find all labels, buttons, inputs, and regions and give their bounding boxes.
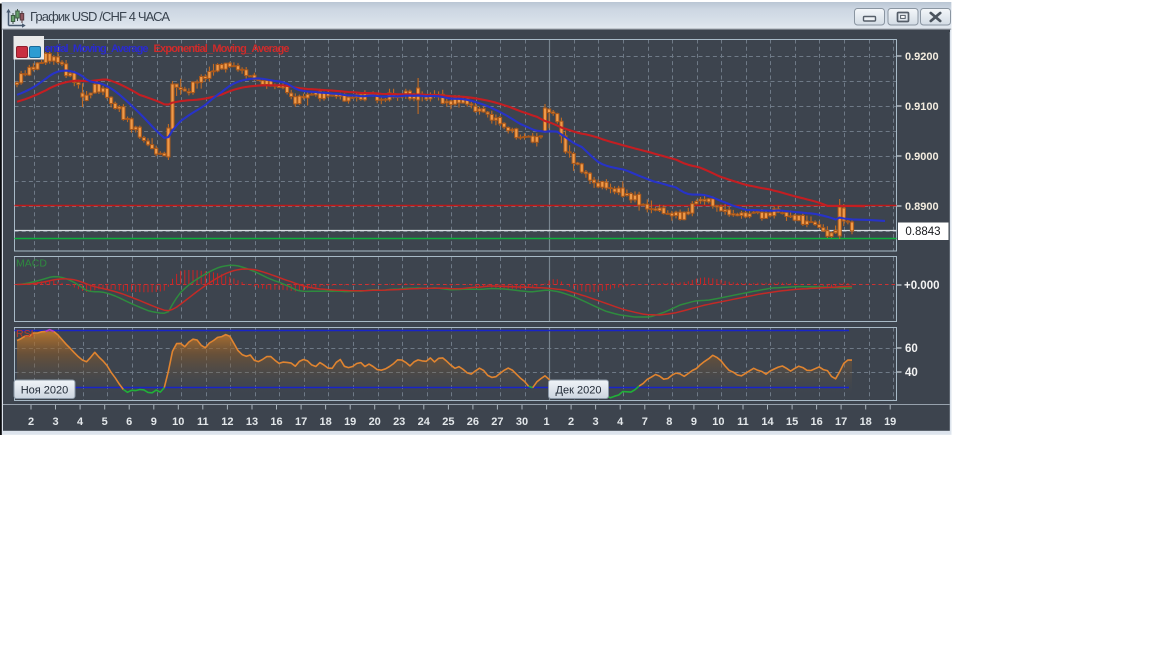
svg-text:11: 11 <box>737 416 749 428</box>
svg-text:7: 7 <box>642 416 648 428</box>
svg-text:13: 13 <box>246 416 258 428</box>
svg-text:14: 14 <box>761 416 774 428</box>
svg-text:2: 2 <box>28 416 34 428</box>
svg-text:Дек 2020: Дек 2020 <box>556 385 602 397</box>
svg-text:Exponential_Moving_Average: Exponential_Moving_Average <box>154 43 290 55</box>
svg-text:Ноя 2020: Ноя 2020 <box>21 385 69 397</box>
svg-text:9: 9 <box>151 416 157 428</box>
svg-text:16: 16 <box>810 416 822 428</box>
svg-text:18: 18 <box>860 416 872 428</box>
svg-text:15: 15 <box>786 416 798 428</box>
svg-text:12: 12 <box>221 416 233 428</box>
svg-text:11: 11 <box>197 416 209 428</box>
svg-text:0.9200: 0.9200 <box>905 51 939 63</box>
svg-text:1: 1 <box>544 416 550 428</box>
svg-text:19: 19 <box>884 416 896 428</box>
svg-text:10: 10 <box>172 416 184 428</box>
svg-text:25: 25 <box>442 416 454 428</box>
svg-text:0.9100: 0.9100 <box>905 101 939 113</box>
svg-text:5: 5 <box>102 416 108 428</box>
svg-text:0.8900: 0.8900 <box>905 201 939 213</box>
svg-text:MACD: MACD <box>16 258 47 270</box>
svg-text:График USD /CHF 4 ЧАСА: График USD /CHF 4 ЧАСА <box>30 9 170 24</box>
svg-text:9: 9 <box>691 416 697 428</box>
svg-text:RSI: RSI <box>16 328 34 340</box>
svg-text:17: 17 <box>295 416 307 428</box>
svg-text:2: 2 <box>568 416 574 428</box>
svg-text:30: 30 <box>516 416 528 428</box>
svg-text:4: 4 <box>77 416 84 428</box>
svg-text:20: 20 <box>369 416 381 428</box>
svg-text:19: 19 <box>344 416 356 428</box>
svg-text:6: 6 <box>126 416 132 428</box>
svg-text:40: 40 <box>905 367 918 379</box>
svg-text:16: 16 <box>270 416 282 428</box>
svg-text:27: 27 <box>491 416 503 428</box>
svg-text:0.8843: 0.8843 <box>905 226 940 238</box>
svg-text:8: 8 <box>666 416 672 428</box>
svg-text:3: 3 <box>52 416 58 428</box>
svg-text:0.9000: 0.9000 <box>905 151 939 163</box>
svg-text:18: 18 <box>319 416 331 428</box>
svg-text:23: 23 <box>393 416 405 428</box>
svg-text:4: 4 <box>617 416 624 428</box>
svg-text:24: 24 <box>418 416 431 428</box>
svg-text:17: 17 <box>835 416 847 428</box>
svg-text:ential_Moving_Average: ential_Moving_Average <box>45 43 149 55</box>
svg-text:60: 60 <box>905 343 918 355</box>
svg-text:+0.000: +0.000 <box>904 280 940 292</box>
svg-text:26: 26 <box>467 416 479 428</box>
svg-text:10: 10 <box>712 416 724 428</box>
svg-text:3: 3 <box>593 416 599 428</box>
